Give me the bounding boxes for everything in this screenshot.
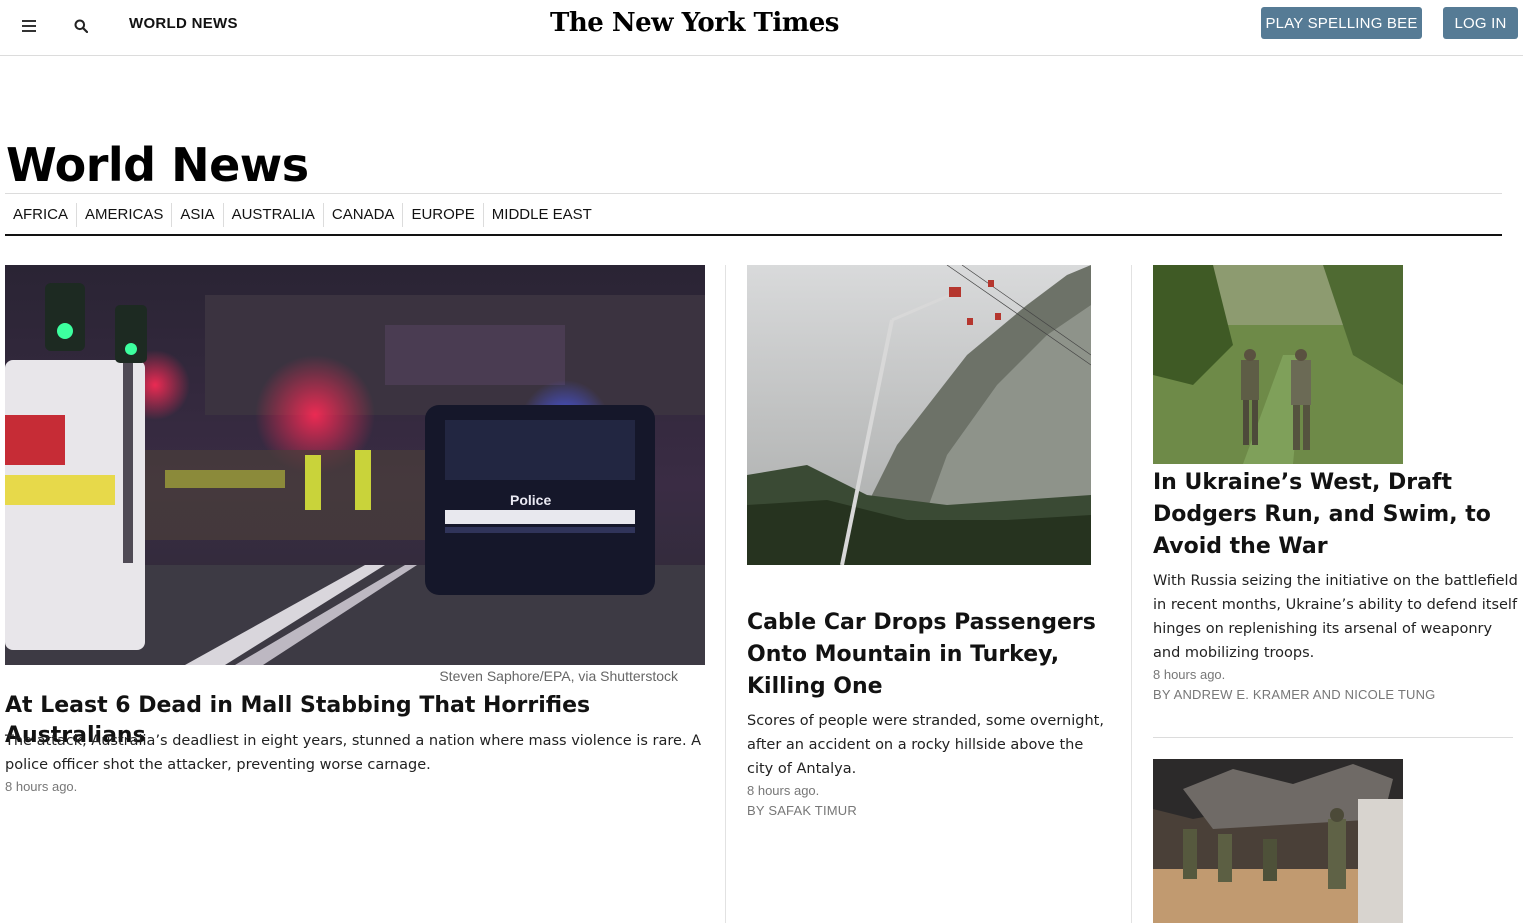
ukraine-byline[interactable]: BY ANDREW E. KRAMER AND NICOLE TUNG <box>1153 687 1435 702</box>
subnav-asia[interactable]: ASIA <box>171 203 222 227</box>
subnav-europe[interactable]: EUROPE <box>402 203 482 227</box>
cable-car-timestamp: 8 hours ago. <box>747 783 820 798</box>
lead-image-caption: Steven Saphore/EPA, via Shutterstock <box>439 668 678 684</box>
nav-divider <box>5 234 1502 236</box>
ukraine-timestamp: 8 hours ago. <box>1153 667 1226 682</box>
cable-car-summary: Scores of people were stranded, some ove… <box>747 713 1104 777</box>
subnav-middle-east[interactable]: MIDDLE EAST <box>482 203 600 227</box>
subnav-canada[interactable]: CANADA <box>322 203 403 227</box>
ukraine-headline[interactable]: In Ukraine’s West, Draft Dodgers Run, an… <box>1153 467 1493 563</box>
soldiers-story-image[interactable] <box>1153 759 1403 923</box>
region-subnav: AFRICA AMERICAS ASIA AUSTRALIA CANADA EU… <box>5 203 600 227</box>
ukraine-summary: With Russia seizing the initiative on th… <box>1153 573 1518 661</box>
lead-summary: The attack, Australia’s deadliest in eig… <box>5 733 702 773</box>
log-in-button[interactable]: LOG IN <box>1443 7 1518 39</box>
subnav-australia[interactable]: AUSTRALIA <box>222 203 323 227</box>
column-divider <box>725 265 726 923</box>
subnav-americas[interactable]: AMERICAS <box>76 203 171 227</box>
story-divider <box>1153 737 1513 738</box>
nyt-masthead-logo[interactable]: The New York Times <box>550 8 839 38</box>
hamburger-menu-icon[interactable] <box>15 14 43 38</box>
cable-car-headline[interactable]: Cable Car Drops Passengers Onto Mountain… <box>747 607 1117 703</box>
section-link-world-news[interactable]: WORLD NEWS <box>129 15 238 32</box>
play-spelling-bee-button[interactable]: PLAY SPELLING BEE <box>1261 7 1422 39</box>
lead-story-image[interactable]: Police <box>5 265 705 665</box>
cable-car-story-image[interactable] <box>747 265 1091 565</box>
subnav-africa[interactable]: AFRICA <box>5 203 76 227</box>
title-divider <box>5 193 1502 194</box>
search-icon[interactable] <box>67 14 95 38</box>
top-bar: WORLD NEWS The New York Times PLAY SPELL… <box>0 0 1523 56</box>
ukraine-story-image[interactable] <box>1153 265 1403 464</box>
lead-timestamp: 8 hours ago. <box>5 779 78 794</box>
svg-text:Police: Police <box>510 492 551 508</box>
page-title: World News <box>6 138 309 192</box>
column-divider <box>1131 265 1132 923</box>
cable-car-byline[interactable]: BY SAFAK TIMUR <box>747 803 857 818</box>
